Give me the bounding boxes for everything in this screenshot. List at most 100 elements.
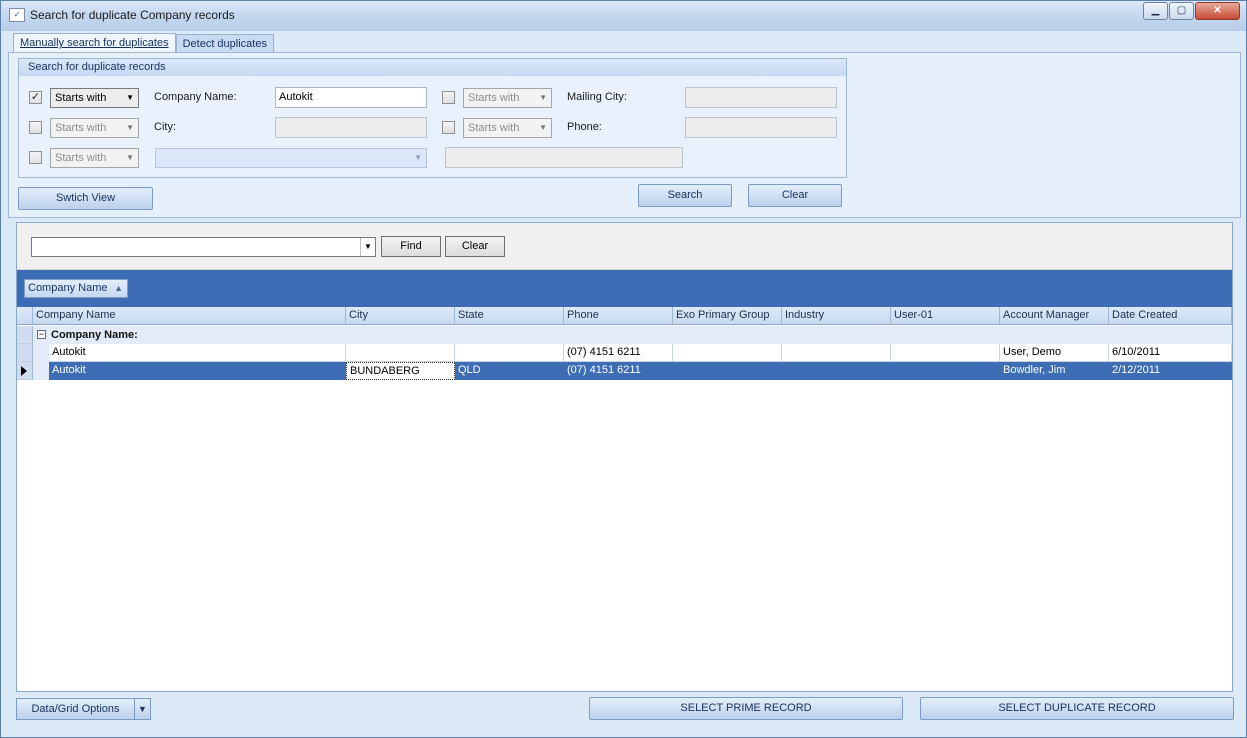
column-header-state[interactable]: State bbox=[455, 307, 564, 325]
column-header-date-created[interactable]: Date Created bbox=[1109, 307, 1232, 325]
mailing-city-label: Mailing City: bbox=[567, 91, 627, 103]
cell-exo-primary-group[interactable] bbox=[673, 362, 782, 380]
row-selector[interactable] bbox=[17, 344, 33, 362]
data-grid-options-button[interactable]: Data/Grid Options bbox=[16, 698, 135, 720]
search-group: Search for duplicate records ✓ Starts wi… bbox=[18, 58, 847, 178]
results-grid: ▼ Find Clear Company Name ▲ Company Name… bbox=[16, 222, 1233, 692]
group-indent bbox=[33, 362, 49, 380]
tab-detect-duplicates[interactable]: Detect duplicates bbox=[175, 34, 274, 54]
city-input[interactable] bbox=[275, 117, 427, 138]
row-selector[interactable] bbox=[17, 362, 33, 380]
cell-phone[interactable]: (07) 4151 6211 bbox=[564, 344, 673, 362]
group-by-label: Company Name bbox=[28, 282, 108, 294]
cell-user-01[interactable] bbox=[891, 362, 1000, 380]
column-header-phone[interactable]: Phone bbox=[564, 307, 673, 325]
search-panel: Search for duplicate records ✓ Starts wi… bbox=[8, 52, 1241, 218]
cell-account-manager[interactable]: User, Demo bbox=[1000, 344, 1109, 362]
phone-match-select[interactable]: Starts with ▼ bbox=[463, 118, 552, 138]
custom-field-match-value: Starts with bbox=[55, 152, 107, 164]
clear-button[interactable]: Clear bbox=[748, 184, 842, 207]
group-by-panel: Company Name ▲ bbox=[17, 270, 1232, 307]
select-duplicate-record-button[interactable]: SELECT DUPLICATE RECORD bbox=[920, 697, 1234, 720]
table-row[interactable]: Autokit (07) 4151 6211 User, Demo 6/10/2… bbox=[17, 344, 1232, 362]
company-name-checkbox[interactable]: ✓ bbox=[29, 91, 42, 104]
city-match-select[interactable]: Starts with ▼ bbox=[50, 118, 139, 138]
mailing-city-input[interactable] bbox=[685, 87, 837, 108]
group-by-company-name[interactable]: Company Name ▲ bbox=[24, 279, 128, 298]
cell-account-manager[interactable]: Bowdler, Jim bbox=[1000, 362, 1109, 380]
mailing-city-match-select[interactable]: Starts with ▼ bbox=[463, 88, 552, 108]
minimize-button[interactable]: ▁ bbox=[1143, 2, 1168, 20]
group-row[interactable]: − Company Name: bbox=[17, 326, 1232, 344]
tab-strip: Manually search for duplicates Detect du… bbox=[13, 33, 274, 54]
sort-ascending-icon: ▲ bbox=[114, 283, 123, 293]
find-button[interactable]: Find bbox=[381, 236, 441, 257]
custom-field-input[interactable] bbox=[445, 147, 683, 168]
column-header-industry[interactable]: Industry bbox=[782, 307, 891, 325]
cell-industry[interactable] bbox=[782, 362, 891, 380]
window-controls: ▁ ▢ ✕ bbox=[1142, 2, 1240, 20]
custom-field-select[interactable]: ▼ bbox=[155, 148, 427, 168]
find-input[interactable]: ▼ bbox=[31, 237, 376, 257]
cell-company-name[interactable]: Autokit bbox=[49, 362, 346, 380]
group-label: Company Name: bbox=[51, 329, 138, 341]
window-title: Search for duplicate Company records bbox=[30, 8, 235, 22]
cell-phone[interactable]: (07) 4151 6211 bbox=[564, 362, 673, 380]
row-selector[interactable] bbox=[17, 326, 33, 344]
custom-field-match-select[interactable]: Starts with ▼ bbox=[50, 148, 139, 168]
phone-checkbox[interactable] bbox=[442, 121, 455, 134]
mailing-city-checkbox[interactable] bbox=[442, 91, 455, 104]
phone-match-value: Starts with bbox=[468, 122, 520, 134]
cell-exo-primary-group[interactable] bbox=[673, 344, 782, 362]
chevron-down-icon: ▼ bbox=[539, 123, 547, 132]
phone-input[interactable] bbox=[685, 117, 837, 138]
city-match-value: Starts with bbox=[55, 122, 107, 134]
cell-city[interactable]: BUNDABERG bbox=[346, 362, 455, 380]
cell-industry[interactable] bbox=[782, 344, 891, 362]
chevron-down-icon: ▼ bbox=[539, 93, 547, 102]
cell-company-name[interactable]: Autokit bbox=[49, 344, 346, 362]
search-group-title: Search for duplicate records bbox=[19, 59, 846, 76]
chevron-down-icon: ▼ bbox=[414, 153, 422, 162]
column-header-city[interactable]: City bbox=[346, 307, 455, 325]
tab-manual-search[interactable]: Manually search for duplicates bbox=[13, 33, 176, 53]
maximize-button[interactable]: ▢ bbox=[1169, 2, 1194, 20]
main-window: ✓ Search for duplicate Company records ▁… bbox=[0, 0, 1247, 738]
cell-user-01[interactable] bbox=[891, 344, 1000, 362]
cell-date-created[interactable]: 6/10/2011 bbox=[1109, 344, 1232, 362]
mailing-city-match-value: Starts with bbox=[468, 92, 520, 104]
cell-city[interactable] bbox=[346, 344, 455, 362]
custom-field-checkbox[interactable] bbox=[29, 151, 42, 164]
city-checkbox[interactable] bbox=[29, 121, 42, 134]
close-button[interactable]: ✕ bbox=[1195, 2, 1240, 20]
find-clear-button[interactable]: Clear bbox=[445, 236, 505, 257]
chevron-down-icon[interactable]: ▼ bbox=[134, 698, 151, 720]
column-header-user-01[interactable]: User-01 bbox=[891, 307, 1000, 325]
chevron-down-icon: ▼ bbox=[126, 123, 134, 132]
company-name-input[interactable]: Autokit bbox=[275, 87, 427, 108]
cell-date-created[interactable]: 2/12/2011 bbox=[1109, 362, 1232, 380]
title-bar[interactable]: ✓ Search for duplicate Company records ▁… bbox=[1, 1, 1246, 31]
table-row-selected[interactable]: Autokit BUNDABERG QLD (07) 4151 6211 Bow… bbox=[17, 362, 1232, 380]
column-header-exo-primary-group[interactable]: Exo Primary Group bbox=[673, 307, 782, 325]
company-name-match-value: Starts with bbox=[55, 92, 107, 104]
collapse-icon[interactable]: − bbox=[37, 330, 46, 339]
company-name-match-select[interactable]: Starts with ▼ bbox=[50, 88, 139, 108]
search-button[interactable]: Search bbox=[638, 184, 732, 207]
column-header-company-name[interactable]: Company Name bbox=[33, 307, 346, 325]
current-row-arrow-icon bbox=[21, 366, 27, 376]
cell-state[interactable] bbox=[455, 344, 564, 362]
chevron-down-icon: ▼ bbox=[126, 153, 134, 162]
city-label: City: bbox=[154, 121, 176, 133]
chevron-down-icon[interactable]: ▼ bbox=[360, 238, 375, 256]
column-header-account-manager[interactable]: Account Manager bbox=[1000, 307, 1109, 325]
find-input-value bbox=[32, 241, 35, 253]
switch-view-button[interactable]: Swtich View bbox=[18, 187, 153, 210]
group-indent bbox=[33, 344, 49, 362]
grid-header: Company Name City State Phone Exo Primar… bbox=[17, 307, 1232, 325]
find-bar: ▼ Find Clear bbox=[17, 223, 1232, 270]
select-prime-record-button[interactable]: SELECT PRIME RECORD bbox=[589, 697, 903, 720]
cell-state[interactable]: QLD bbox=[455, 362, 564, 380]
company-name-label: Company Name: bbox=[154, 91, 237, 103]
phone-label: Phone: bbox=[567, 121, 602, 133]
